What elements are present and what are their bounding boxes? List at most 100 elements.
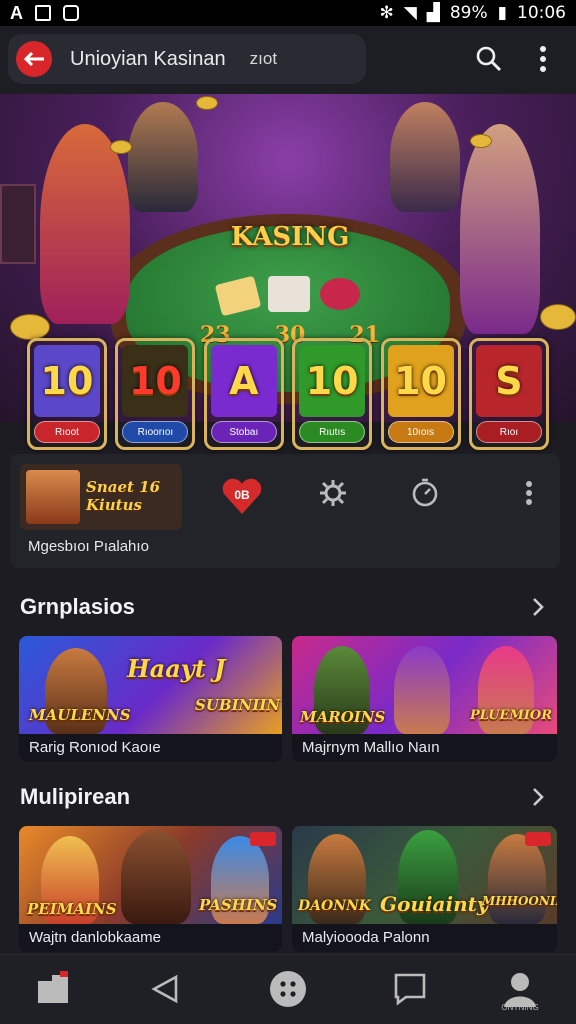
tile-button[interactable]: 10ıoıs xyxy=(387,421,454,443)
nav-profile-label: ONYNING xyxy=(501,1003,539,1012)
game-logo: MHHOONING xyxy=(482,894,557,908)
coin xyxy=(110,140,132,154)
app-bar: Unioyian Kasinan zıot xyxy=(0,26,576,94)
dealer-figure xyxy=(40,124,130,324)
character-figure xyxy=(121,830,191,924)
heart-icon[interactable]: 0B xyxy=(220,476,264,516)
hot-badge xyxy=(250,832,276,846)
coin xyxy=(470,134,492,148)
tile-face: S xyxy=(475,345,542,417)
tile-face: 10 xyxy=(299,345,366,417)
profile-card: Snaet 16 Kiutus Mgesbıoı Pıalahıo 0B xyxy=(10,454,560,568)
tile-button[interactable]: Rıutıs xyxy=(299,421,366,443)
section-title: Grnplasios xyxy=(20,594,135,619)
avatar[interactable]: Snaet 16 Kiutus xyxy=(20,464,182,530)
game-art: DAONNK Gouiainty MHHOONING xyxy=(292,826,557,924)
player-figure xyxy=(390,102,460,212)
app-title: Unioyian Kasinan xyxy=(70,47,226,70)
game-logo: PEIMAINS xyxy=(27,900,117,918)
coin xyxy=(196,96,218,110)
game-caption: Wajtn danlobkaame xyxy=(19,924,282,952)
tile-button[interactable]: Stobaı xyxy=(210,421,277,443)
game-tile[interactable]: S Rıoı xyxy=(468,338,549,450)
coin xyxy=(10,314,50,340)
coin xyxy=(540,304,576,330)
nav-back[interactable] xyxy=(144,967,188,1011)
chevron-right-icon[interactable] xyxy=(528,785,548,809)
game-logo: PLUEMIOR xyxy=(470,708,553,723)
game-logo: MAROINS xyxy=(300,708,386,726)
alert-icon: A xyxy=(10,2,23,23)
game-logo: PASHINS xyxy=(199,896,278,914)
app-logo-icon xyxy=(16,41,52,77)
status-bar: A ✻ ◥ ▟ 89% ▮ 10:06 xyxy=(0,0,576,26)
wifi-icon: ◥ xyxy=(403,3,417,23)
avatar-image xyxy=(26,470,80,524)
game-caption: Malyioooda Palonn xyxy=(292,924,557,952)
search-icon[interactable] xyxy=(472,42,506,76)
back-icon xyxy=(151,974,178,1004)
game-tiles: 10 Rıoot 10 Rıoorıoı A Stobaı 10 Rıutıs … xyxy=(27,338,549,450)
tile-face: 10 xyxy=(34,345,100,417)
chip-stack xyxy=(268,276,310,312)
battery-text: 89% xyxy=(449,3,488,23)
game-tile[interactable]: 10 Rıoot xyxy=(27,338,107,450)
game-logo: Haayt J xyxy=(127,654,226,683)
game-art: PEIMAINS PASHINS xyxy=(19,826,282,924)
nfc-icon: ✻ xyxy=(379,3,394,23)
game-logo: Gouiainty xyxy=(380,892,489,916)
slot-machine xyxy=(0,184,36,264)
character-figure xyxy=(488,834,546,924)
hero-title: KASING xyxy=(230,222,350,252)
menu-dots-icon xyxy=(270,971,306,1007)
game-tile[interactable]: A Stobaı xyxy=(203,338,284,450)
game-card[interactable]: Haayt J MAULENNS SUBINIIN Rarig Ronıod K… xyxy=(19,636,282,762)
section-title: Mulipirean xyxy=(20,784,131,809)
game-tile[interactable]: 10 Rıoorıoı xyxy=(115,338,196,450)
more-vert-icon[interactable] xyxy=(526,42,560,76)
game-card[interactable]: DAONNK Gouiainty MHHOONING Malyioooda Pa… xyxy=(292,826,557,952)
nav-chat[interactable] xyxy=(388,967,432,1011)
game-caption: Majrnym Mallıo Naın xyxy=(292,734,557,762)
timer-icon[interactable] xyxy=(408,476,442,510)
app-icon xyxy=(63,5,79,21)
more-vert-icon[interactable] xyxy=(512,476,546,510)
tile-button[interactable]: Rıoot xyxy=(34,421,100,443)
player-figure xyxy=(460,124,540,334)
game-tile[interactable]: 10 10ıoıs xyxy=(380,338,461,450)
profile-name: Mgesbıoı Pıalahıo xyxy=(28,538,149,555)
game-logo: MAULENNS xyxy=(29,706,131,724)
character-figure xyxy=(394,646,450,734)
tile-face: 10 xyxy=(387,345,454,417)
clock-time: 10:06 xyxy=(517,3,566,23)
settings-icon[interactable] xyxy=(316,476,350,510)
tile-face: 10 xyxy=(122,345,189,417)
game-tile[interactable]: 10 Rıutıs xyxy=(292,338,373,450)
game-art: Haayt J MAULENNS SUBINIIN xyxy=(19,636,282,734)
chip xyxy=(320,278,360,310)
avatar-caption: Snaet 16 Kiutus xyxy=(86,478,161,514)
heart-badge-text: 0B xyxy=(234,488,250,502)
game-logo: SUBINIIN xyxy=(195,696,281,714)
game-logo: DAONNK xyxy=(298,898,371,914)
tile-button[interactable]: Rıoı xyxy=(475,421,542,443)
chat-icon xyxy=(394,973,426,1006)
game-caption: Rarig Ronıod Kaoıe xyxy=(19,734,282,762)
nav-home[interactable] xyxy=(32,967,76,1011)
cards-icon xyxy=(38,971,68,1003)
battery-icon: ▮ xyxy=(497,3,507,23)
game-art: MAROINS PLUEMIOR xyxy=(292,636,557,734)
bottom-nav: ONYNING xyxy=(0,954,576,1024)
game-card[interactable]: MAROINS PLUEMIOR Majrnym Mallıo Naın xyxy=(292,636,557,762)
player-figure xyxy=(128,102,198,212)
tile-face: A xyxy=(210,345,277,417)
nav-menu[interactable] xyxy=(266,967,310,1011)
game-card[interactable]: PEIMAINS PASHINS Wajtn danlobkaame xyxy=(19,826,282,952)
app-subtitle: zıot xyxy=(249,49,278,68)
chevron-right-icon[interactable] xyxy=(528,595,548,619)
title-pill[interactable]: Unioyian Kasinan zıot xyxy=(8,34,366,84)
signal-icon: ▟ xyxy=(426,3,440,23)
hot-badge xyxy=(525,832,551,846)
image-icon xyxy=(35,5,51,21)
tile-button[interactable]: Rıoorıoı xyxy=(122,421,189,443)
